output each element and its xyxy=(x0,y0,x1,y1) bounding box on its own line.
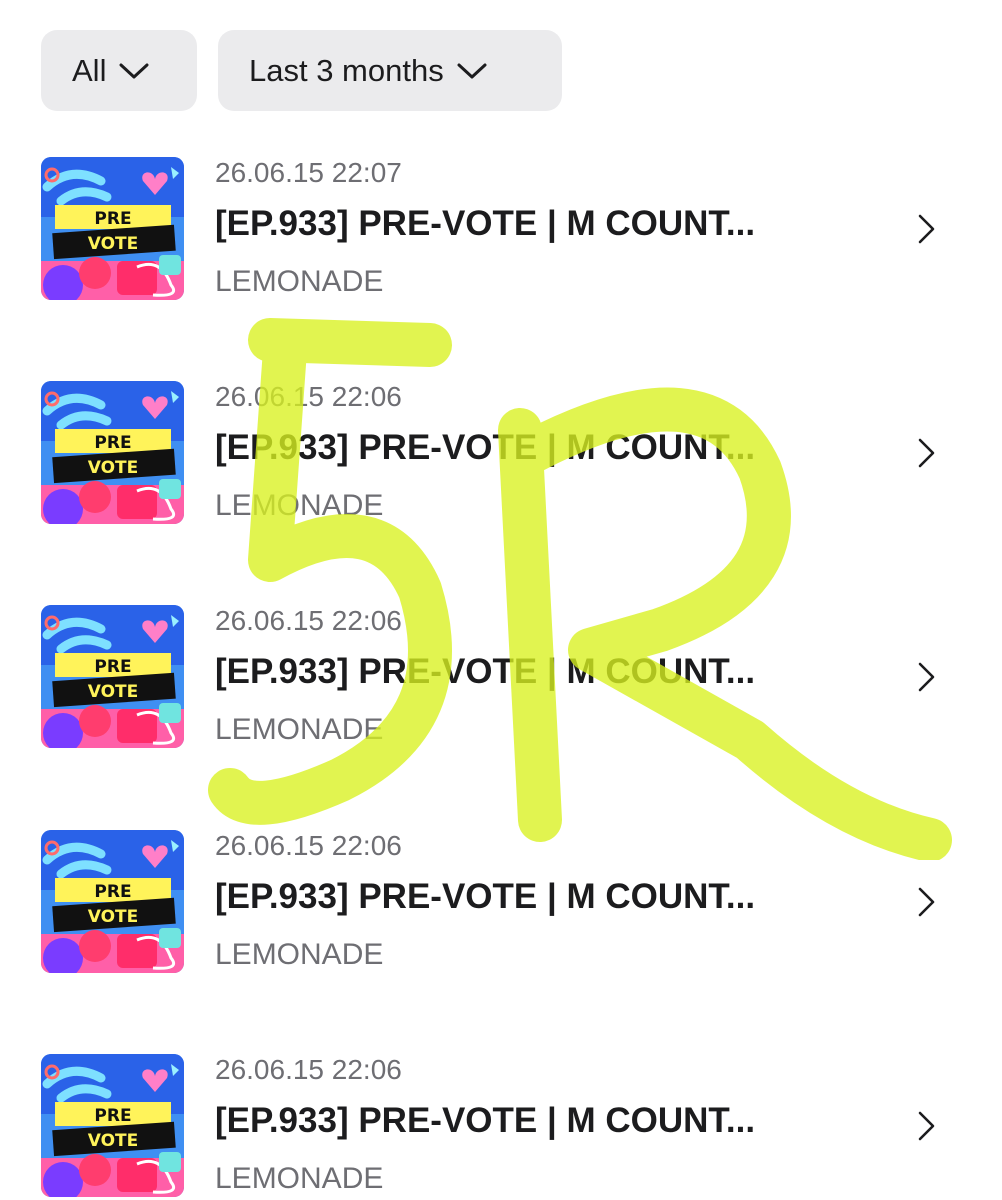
chevron-right-icon xyxy=(918,438,935,468)
prevote-thumbnail: PRE VOTE xyxy=(41,381,184,524)
vote-history-screen: All Last 3 months PRE VOTE 26.06.15 22:0… xyxy=(0,0,1002,1200)
thumbnail-text-pre: PRE xyxy=(94,882,131,902)
history-artist: LEMONADE xyxy=(215,938,384,971)
prevote-artwork: PRE VOTE xyxy=(41,605,184,748)
history-row[interactable]: PRE VOTE 26.06.15 22:06 [EP.933] PRE-VOT… xyxy=(0,830,1002,980)
history-row[interactable]: PRE VOTE 26.06.15 22:06 [EP.933] PRE-VOT… xyxy=(0,381,1002,531)
history-title: [EP.933] PRE-VOTE | M COUNT... xyxy=(215,1101,756,1140)
prevote-artwork: PRE VOTE xyxy=(41,381,184,524)
thumbnail-text-vote: VOTE xyxy=(88,458,139,478)
filter-bar: All Last 3 months xyxy=(41,30,562,111)
chevron-right-icon xyxy=(918,887,935,917)
history-artist: LEMONADE xyxy=(215,265,384,298)
history-artist: LEMONADE xyxy=(215,1162,384,1195)
history-artist: LEMONADE xyxy=(215,489,384,522)
chevron-down-icon xyxy=(457,63,487,78)
type-filter-dropdown[interactable]: All xyxy=(41,30,197,111)
history-title: [EP.933] PRE-VOTE | M COUNT... xyxy=(215,204,756,243)
type-filter-label: All xyxy=(72,52,107,88)
prevote-thumbnail: PRE VOTE xyxy=(41,157,184,300)
chevron-right-icon xyxy=(918,214,935,244)
history-date: 26.06.15 22:06 xyxy=(215,605,402,636)
chevron-right-icon xyxy=(918,1111,935,1141)
thumbnail-text-pre: PRE xyxy=(94,209,131,229)
prevote-thumbnail: PRE VOTE xyxy=(41,830,184,973)
period-filter-dropdown[interactable]: Last 3 months xyxy=(218,30,562,111)
period-filter-label: Last 3 months xyxy=(249,52,444,88)
history-row[interactable]: PRE VOTE 26.06.15 22:06 [EP.933] PRE-VOT… xyxy=(0,1054,1002,1200)
chevron-down-icon xyxy=(119,63,149,78)
thumbnail-text-vote: VOTE xyxy=(88,682,139,702)
history-date: 26.06.15 22:06 xyxy=(215,1054,402,1085)
history-row[interactable]: PRE VOTE 26.06.15 22:07 [EP.933] PRE-VOT… xyxy=(0,157,1002,307)
history-title: [EP.933] PRE-VOTE | M COUNT... xyxy=(215,877,756,916)
thumbnail-text-pre: PRE xyxy=(94,657,131,677)
prevote-thumbnail: PRE VOTE xyxy=(41,1054,184,1197)
thumbnail-text-pre: PRE xyxy=(94,433,131,453)
history-title: [EP.933] PRE-VOTE | M COUNT... xyxy=(215,428,756,467)
history-title: [EP.933] PRE-VOTE | M COUNT... xyxy=(215,652,756,691)
history-row[interactable]: PRE VOTE 26.06.15 22:06 [EP.933] PRE-VOT… xyxy=(0,605,1002,755)
prevote-thumbnail: PRE VOTE xyxy=(41,605,184,748)
thumbnail-text-vote: VOTE xyxy=(88,907,139,927)
prevote-artwork: PRE VOTE xyxy=(41,830,184,973)
thumbnail-text-vote: VOTE xyxy=(88,1131,139,1151)
history-date: 26.06.15 22:06 xyxy=(215,830,402,861)
prevote-artwork: PRE VOTE xyxy=(41,157,184,300)
thumbnail-text-pre: PRE xyxy=(94,1106,131,1126)
prevote-artwork: PRE VOTE xyxy=(41,1054,184,1197)
chevron-right-icon xyxy=(918,662,935,692)
thumbnail-text-vote: VOTE xyxy=(88,234,139,254)
history-date: 26.06.15 22:06 xyxy=(215,381,402,412)
history-date: 26.06.15 22:07 xyxy=(215,157,402,188)
history-artist: LEMONADE xyxy=(215,713,384,746)
